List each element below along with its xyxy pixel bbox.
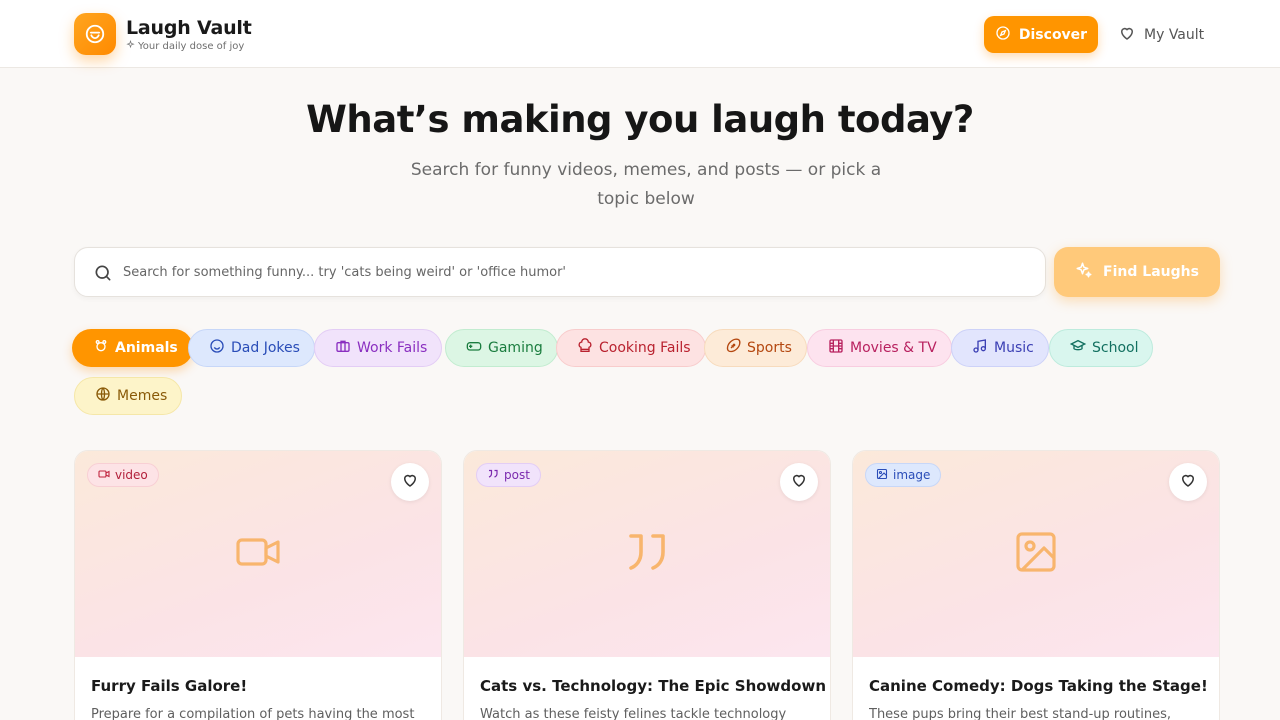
type-badge-label: image [893, 468, 931, 482]
search-icon [93, 263, 113, 287]
heart-icon [1118, 24, 1136, 46]
video-icon [98, 468, 110, 483]
gamepad-icon [466, 338, 482, 358]
card-media[interactable]: video [75, 451, 441, 657]
type-badge: image [865, 463, 942, 487]
type-badge: video [87, 463, 159, 487]
compass-icon [995, 25, 1011, 45]
type-badge: post [476, 463, 541, 487]
image-icon [876, 468, 888, 483]
favorite-button[interactable] [780, 463, 818, 501]
discover-label: Discover [1018, 26, 1088, 43]
graduation-cap-icon [1069, 338, 1087, 358]
top-header: Laugh Vault Your daily dose of joy Disco… [0, 0, 1280, 68]
discover-button[interactable]: Discover [984, 16, 1098, 53]
logo-smile-icon[interactable] [74, 13, 116, 55]
topic-chip-gaming[interactable]: Gaming [445, 329, 558, 367]
topic-label: Animals [115, 340, 178, 356]
topic-chip-school[interactable]: School [1049, 329, 1154, 367]
topic-label: Work Fails [357, 340, 428, 356]
content-card[interactable]: video Furry Fails Galore! Prepare for a … [74, 450, 442, 720]
content-card[interactable]: image Canine Comedy: Dogs Taking the Sta… [852, 450, 1220, 720]
topic-chip-dad-jokes[interactable]: Dad Jokes [188, 329, 315, 367]
briefcase-icon [335, 338, 351, 358]
heart-icon [1179, 471, 1197, 493]
heart-icon [401, 471, 419, 493]
page-title: What’s making you laugh today? [306, 98, 974, 141]
card-description: Watch as these feisty felines tackle tec… [480, 707, 787, 720]
chef-hat-icon [577, 338, 593, 358]
card-media[interactable]: image [853, 451, 1219, 657]
brand-tagline-text: Your daily dose of joy [138, 40, 245, 52]
topic-chip-memes[interactable]: Memes [74, 377, 183, 415]
type-badge-label: post [504, 468, 530, 482]
image-icon [1012, 528, 1060, 580]
topic-chip-sports[interactable]: Sports [704, 329, 807, 367]
heart-icon [790, 471, 808, 493]
card-description: Prepare for a compilation of pets having… [91, 707, 415, 720]
video-icon [234, 528, 282, 580]
sparkles-icon [126, 39, 135, 52]
topic-label: Sports [747, 340, 792, 356]
football-icon [725, 338, 741, 358]
topic-label: School [1092, 340, 1139, 356]
topic-chip-animals[interactable]: Animals [72, 329, 193, 367]
card-description: These pups bring their best stand-up rou… [869, 707, 1171, 720]
topic-label: Music [994, 340, 1034, 356]
page-subtitle: Search for funny videos, memes, and post… [410, 160, 882, 209]
topic-label: Cooking Fails [599, 340, 691, 356]
paw-icon [93, 338, 109, 358]
card-title[interactable]: Canine Comedy: Dogs Taking the Stage! [869, 677, 1209, 695]
topic-chip-work-fails[interactable]: Work Fails [314, 329, 443, 367]
find-laughs-button[interactable]: Find Laughs [1054, 247, 1220, 297]
film-icon [828, 338, 844, 358]
topic-label: Dad Jokes [231, 340, 300, 356]
topic-label: Memes [117, 388, 168, 404]
topic-label: Gaming [488, 340, 543, 356]
search-input[interactable] [123, 248, 1023, 296]
globe-icon [95, 386, 111, 406]
favorite-button[interactable] [1169, 463, 1207, 501]
search-bar[interactable] [74, 247, 1046, 297]
topic-chip-music[interactable]: Music [951, 329, 1049, 367]
type-badge-label: video [115, 468, 148, 482]
favorite-button[interactable] [391, 463, 429, 501]
brand-tagline: Your daily dose of joy [126, 39, 245, 52]
card-title[interactable]: Furry Fails Galore! [91, 677, 431, 695]
quote-icon [623, 528, 671, 580]
find-laughs-label: Find Laughs [1103, 264, 1199, 280]
sparkles-icon [1075, 261, 1093, 283]
topic-chip-movies-tv[interactable]: Movies & TV [807, 329, 952, 367]
card-title[interactable]: Cats vs. Technology: The Epic Showdown [480, 677, 826, 695]
music-icon [972, 338, 988, 358]
topic-chip-cooking-fails[interactable]: Cooking Fails [556, 329, 706, 367]
card-media[interactable]: post [464, 451, 830, 657]
my-vault-button[interactable]: My Vault [1118, 16, 1210, 53]
content-card[interactable]: post Cats vs. Technology: The Epic Showd… [463, 450, 831, 720]
quote-icon [487, 468, 499, 483]
my-vault-label: My Vault [1144, 26, 1205, 43]
topic-label: Movies & TV [850, 340, 937, 356]
brand-title[interactable]: Laugh Vault [126, 17, 252, 39]
smile-icon [209, 338, 225, 358]
